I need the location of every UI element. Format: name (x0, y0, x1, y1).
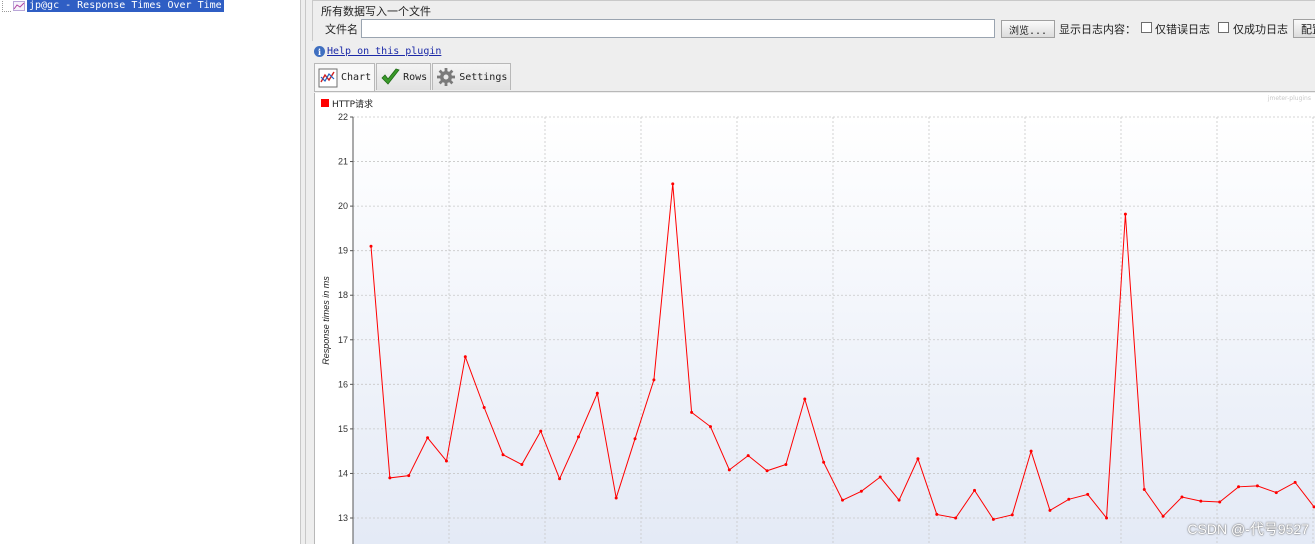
data-point (708, 425, 712, 429)
info-icon: i (314, 46, 325, 57)
data-point (576, 435, 580, 439)
y-tick-label: 20 (338, 201, 348, 211)
plot-area (353, 117, 1315, 544)
data-point (1086, 492, 1090, 496)
tree-connector (2, 0, 11, 12)
data-point (727, 468, 731, 472)
data-point (1237, 485, 1241, 489)
data-point (1180, 495, 1184, 499)
data-point (690, 410, 694, 414)
y-tick-label: 15 (338, 424, 348, 434)
data-point (1067, 497, 1071, 501)
y-tick-label: 16 (338, 379, 348, 389)
chart-icon (318, 68, 338, 87)
filename-label: 文件名 (325, 23, 358, 36)
errors-only-label: 仅错误日志 (1155, 23, 1210, 36)
data-point (765, 469, 769, 473)
data-point (1010, 513, 1014, 517)
log-content-label: 显示日志内容： (1059, 23, 1136, 36)
tab-settings-label: Settings (459, 71, 508, 83)
data-point (407, 474, 411, 478)
y-tick-label: 19 (338, 246, 348, 256)
data-point (652, 378, 656, 382)
listener-panel: 所有数据写入一个文件 文件名 浏览... 显示日志内容： 仅错误日志 仅成功日志… (306, 0, 1315, 544)
checkmark-icon (381, 68, 400, 85)
data-point (991, 517, 995, 521)
data-point (784, 463, 788, 467)
data-point (803, 397, 807, 401)
graph-listener-icon (13, 1, 25, 11)
data-point (916, 457, 920, 461)
data-point (1255, 484, 1259, 488)
data-point (369, 244, 373, 248)
help-row: i Help on this plugin (314, 46, 441, 57)
data-point (746, 454, 750, 458)
data-point (973, 488, 977, 492)
data-point (463, 355, 467, 359)
data-point (501, 453, 505, 457)
tab-panel-border (314, 91, 1315, 92)
y-tick-label: 18 (338, 290, 348, 300)
y-tick-label: 22 (338, 112, 348, 122)
data-point (388, 476, 392, 480)
configure-button[interactable]: 配置 (1293, 19, 1315, 38)
data-point (444, 459, 448, 463)
y-tick-label: 21 (338, 157, 348, 167)
data-point (1274, 491, 1278, 495)
data-point (539, 429, 543, 433)
y-axis-label: Response times in ms (321, 276, 331, 365)
data-point (1029, 449, 1033, 453)
data-point (897, 498, 901, 502)
data-point (614, 496, 618, 500)
data-point (1199, 499, 1203, 503)
legend-label: HTTP请求 (332, 98, 373, 110)
data-point (426, 436, 430, 440)
data-point (954, 516, 958, 520)
tab-chart[interactable]: Chart (314, 63, 376, 91)
gear-icon (437, 68, 456, 86)
tab-rows-label: Rows (403, 71, 428, 83)
data-point (1161, 514, 1165, 518)
data-point (558, 477, 562, 481)
data-point (1142, 487, 1146, 491)
file-group-title: 所有数据写入一个文件 (319, 3, 433, 19)
chart-panel: 13 14 15 16 17 18 19 20 21 22 Response times in ms… (314, 93, 1315, 544)
y-tick-label: 14 (338, 468, 348, 478)
test-plan-tree: jp@gc - Response Times Over Time (0, 0, 300, 544)
data-point (482, 406, 486, 410)
tab-settings[interactable]: Settings (432, 63, 512, 90)
data-point (1048, 508, 1052, 512)
y-tick-label: 17 (338, 335, 348, 345)
response-times-chart: 13 14 15 16 17 18 19 20 21 22 Response times in ms… (321, 98, 1315, 544)
file-output-group: 所有数据写入一个文件 文件名 浏览... 显示日志内容： 仅错误日志 仅成功日志… (312, 0, 1315, 41)
plugin-watermark: jmeter-plugins (1267, 95, 1311, 102)
y-tick-label: 13 (338, 513, 348, 523)
data-point (595, 391, 599, 395)
data-point (859, 489, 863, 493)
browse-button[interactable]: 浏览... (1001, 20, 1055, 38)
data-point (841, 498, 844, 502)
tree-item-label: jp@gc - Response Times Over Time (27, 0, 224, 12)
success-only-label: 仅成功日志 (1233, 23, 1288, 36)
data-point (935, 512, 939, 516)
data-point (1293, 480, 1297, 484)
filename-input[interactable] (361, 19, 995, 38)
data-point (520, 463, 524, 467)
tab-bar: Chart Rows Settings (314, 63, 512, 91)
tree-item-response-times[interactable]: jp@gc - Response Times Over Time (2, 0, 224, 12)
data-point (633, 437, 637, 441)
help-link[interactable]: Help on this plugin (327, 46, 441, 57)
tab-rows[interactable]: Rows (376, 63, 432, 90)
tab-chart-label: Chart (341, 72, 372, 83)
errors-only-checkbox[interactable] (1141, 22, 1152, 33)
data-point (1218, 500, 1222, 504)
data-point (1123, 212, 1127, 216)
data-point (878, 475, 882, 479)
data-point (822, 460, 826, 464)
csdn-watermark: CSDN @-代号9527 (1187, 521, 1309, 537)
data-point (1105, 516, 1109, 520)
success-only-checkbox[interactable] (1218, 22, 1229, 33)
legend-swatch (321, 99, 329, 107)
data-point (671, 182, 675, 186)
